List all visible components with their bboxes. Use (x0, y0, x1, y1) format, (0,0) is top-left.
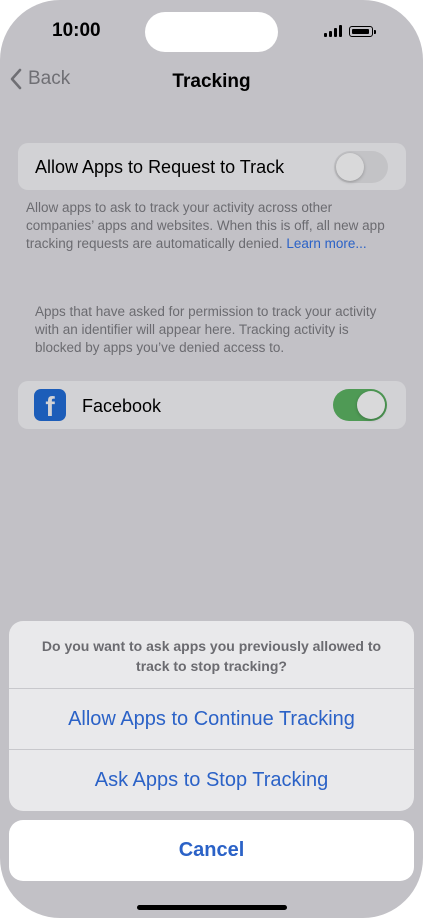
dynamic-island (145, 12, 278, 52)
toggle-knob (357, 391, 385, 419)
allow-request-toggle[interactable] (334, 151, 388, 183)
ask-stop-tracking-button[interactable]: Ask Apps to Stop Tracking (9, 750, 414, 811)
status-icons (324, 25, 376, 37)
page-title: Tracking (172, 71, 251, 92)
action-sheet-message: Do you want to ask apps you previously a… (41, 638, 382, 674)
cancel-button[interactable]: Cancel (9, 820, 414, 881)
learn-more-link[interactable]: Learn more... (286, 236, 366, 251)
allow-request-label: Allow Apps to Request to Track (35, 157, 285, 177)
app-row-facebook: f Facebook (18, 381, 406, 429)
phone-screen: 10:00 Back Tracking Allow Apps to Reques… (0, 0, 423, 918)
apps-info-text: Apps that have asked for permission to t… (35, 304, 377, 355)
battery-icon (349, 26, 376, 37)
status-time: 10:00 (52, 20, 101, 41)
facebook-tracking-toggle[interactable] (333, 389, 387, 421)
home-indicator (137, 905, 287, 910)
allow-continue-tracking-button[interactable]: Allow Apps to Continue Tracking (9, 689, 414, 750)
allow-request-row: Allow Apps to Request to Track (18, 143, 406, 190)
app-name: Facebook (82, 396, 162, 416)
facebook-icon: f (34, 389, 66, 421)
action-sheet: Do you want to ask apps you previously a… (9, 621, 414, 811)
toggle-knob (336, 153, 364, 181)
allow-request-footnote: Allow apps to ask to track your activity… (26, 199, 398, 253)
cellular-signal-icon (324, 25, 342, 37)
